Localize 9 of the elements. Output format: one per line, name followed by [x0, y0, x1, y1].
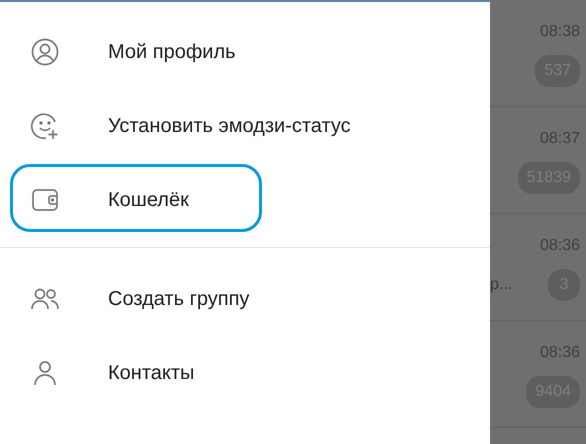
person-icon: [31, 359, 59, 387]
smiley-plus-icon: [31, 112, 59, 140]
profile-icon: [31, 38, 59, 66]
menu-item[interactable]: Создать группу: [0, 262, 490, 336]
menu-item[interactable]: Контакты: [0, 336, 490, 410]
menu-item[interactable]: Мой профиль: [0, 15, 490, 89]
wallet-icon: [31, 186, 59, 214]
menu-item[interactable]: Установить эмодзи-статус: [0, 89, 490, 163]
menu-item[interactable]: Кошелёк: [0, 163, 490, 237]
